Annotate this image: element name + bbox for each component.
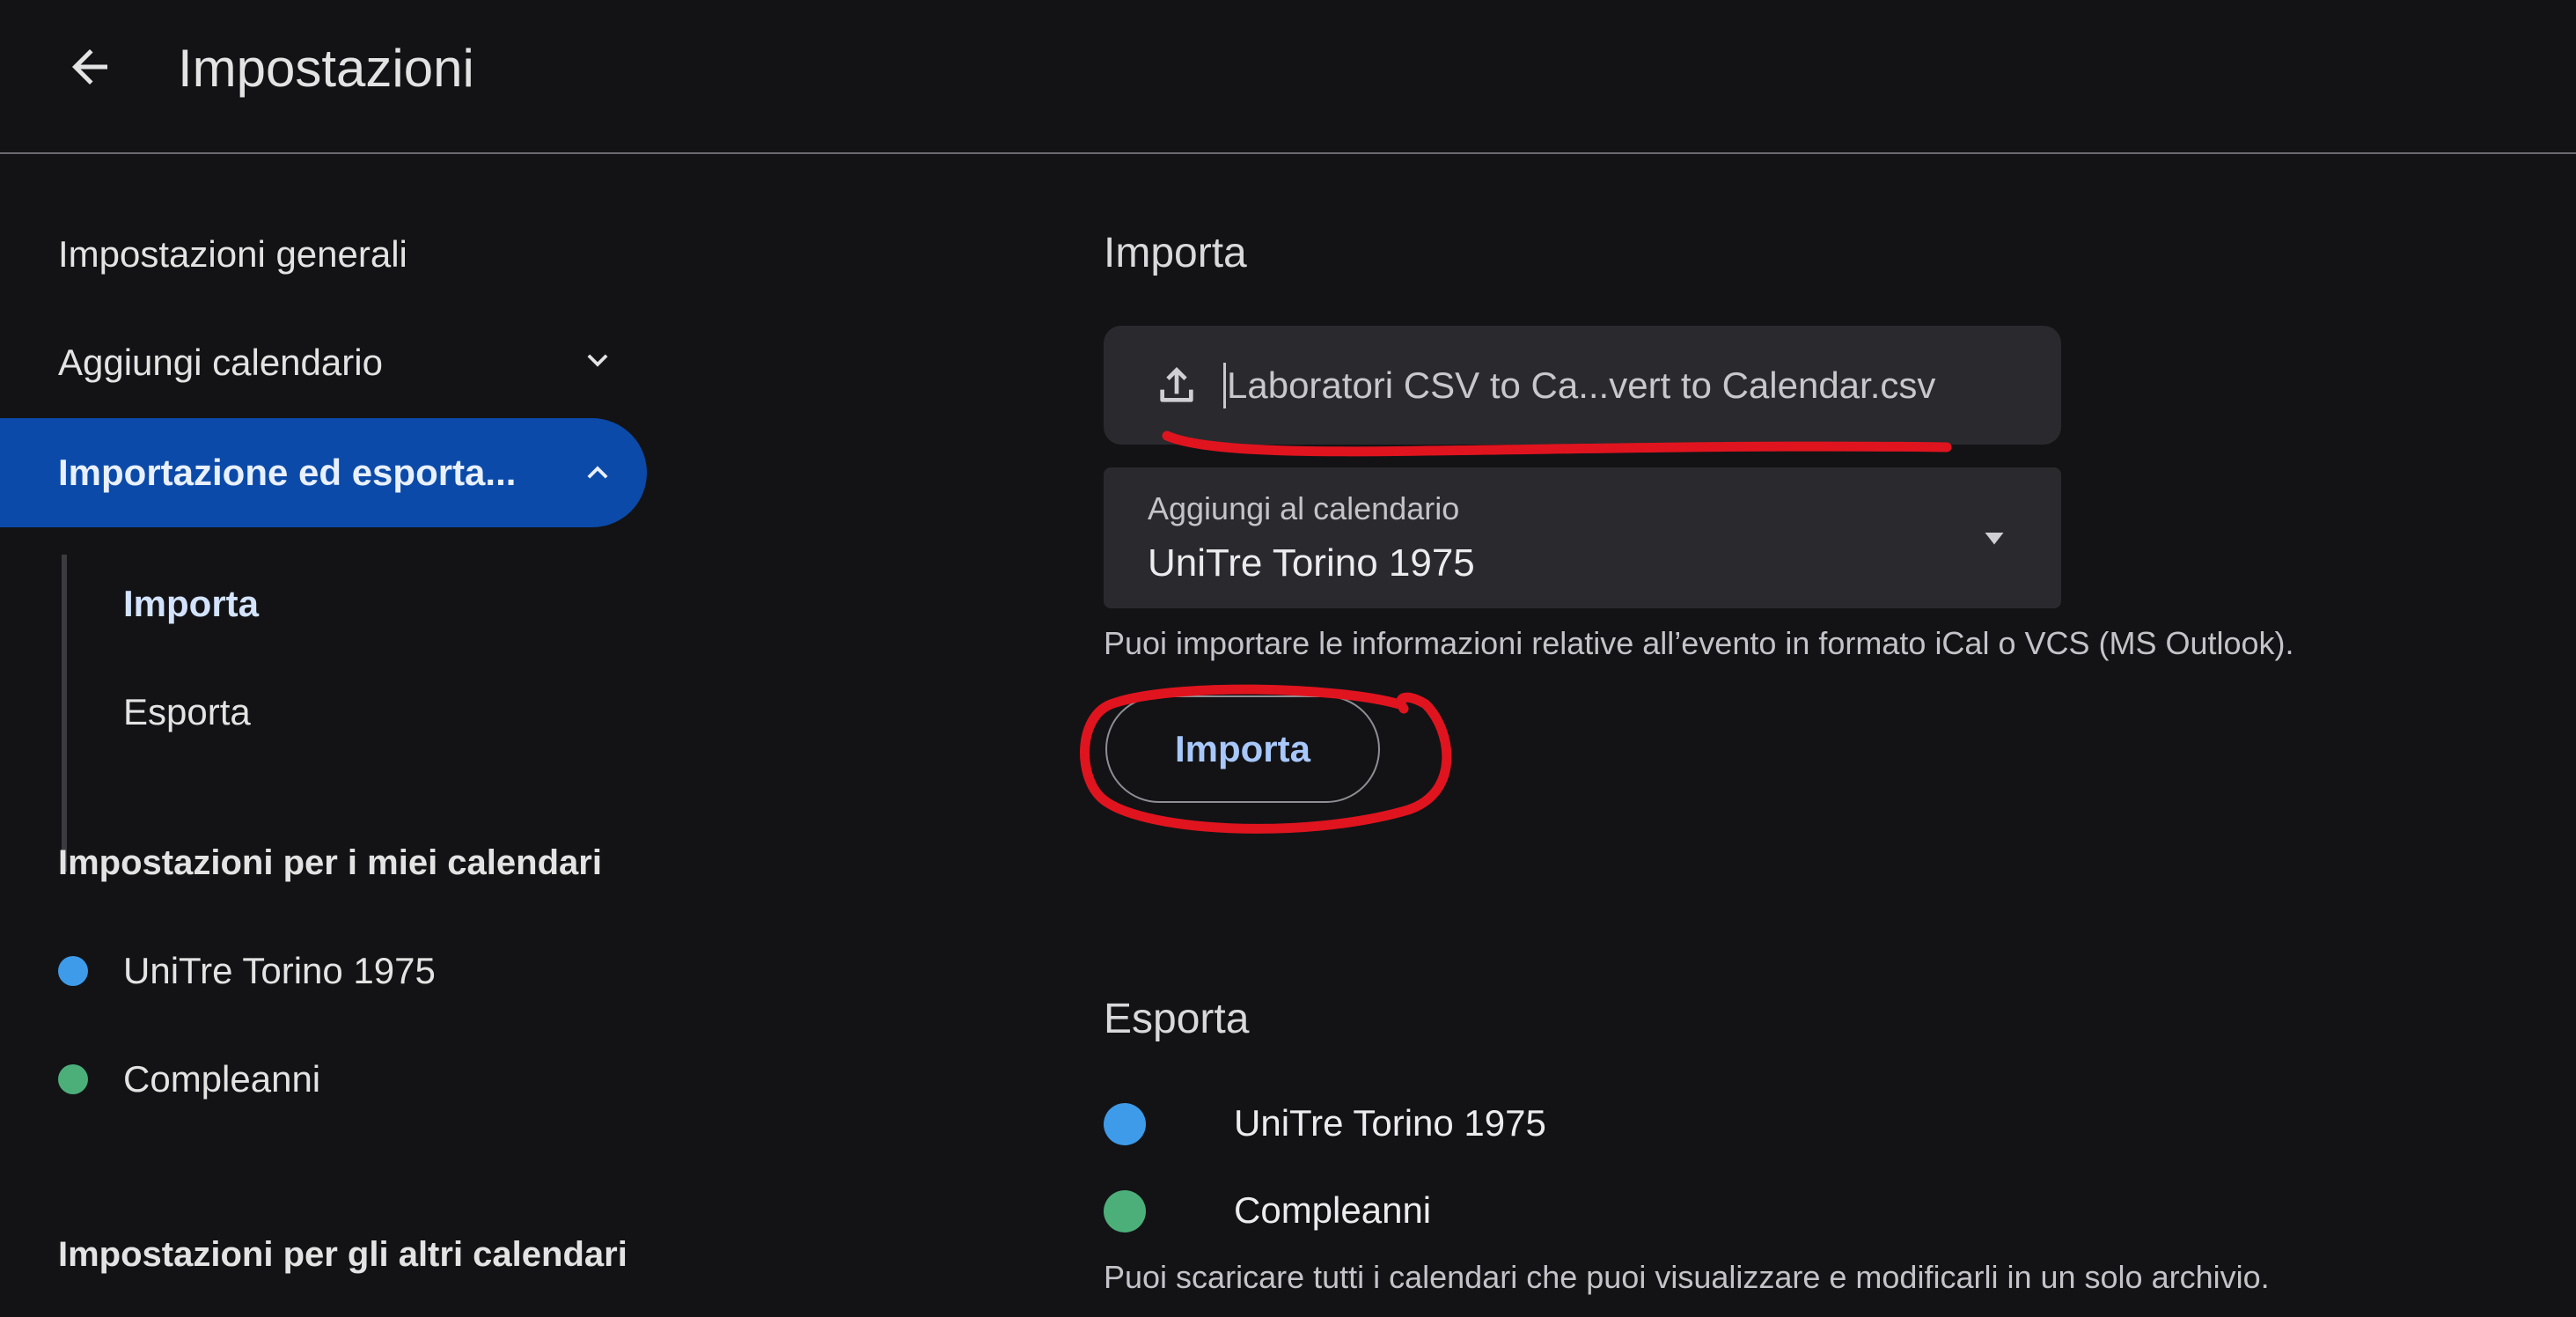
export-heading: Esporta [1104, 996, 1250, 1042]
calendar-name: Compleanni [1234, 1189, 1432, 1231]
sidebar-item-label: Importazione ed esporta... [58, 452, 517, 493]
calendar-select[interactable]: Aggiungi al calendario UniTre Torino 197… [1104, 467, 2061, 608]
sidebar-subitem-import[interactable]: Importa [123, 581, 259, 627]
export-calendar-unitre[interactable]: UniTre Torino 1975 [1104, 1097, 1896, 1150]
settings-sidebar: Impostazioni generali Aggiungi calendari… [0, 154, 669, 1317]
top-app-bar: Impostazioni [0, 0, 2576, 154]
sidebar-item-general[interactable]: Impostazioni generali [58, 232, 407, 277]
sidebar-calendar-compleanni[interactable]: Compleanni [58, 1056, 320, 1102]
calendar-color-dot [58, 956, 88, 986]
dropdown-arrow-icon [1985, 533, 2004, 545]
back-button[interactable] [55, 32, 125, 102]
other-calendars-heading: Impostazioni per gli altri calendari [58, 1235, 627, 1274]
my-calendars-heading: Impostazioni per i miei calendari [58, 843, 602, 882]
calendar-name: UniTre Torino 1975 [123, 950, 436, 991]
sidebar-subitem-export[interactable]: Esporta [123, 689, 251, 735]
upload-icon [1160, 367, 1193, 402]
page-title: Impostazioni [178, 39, 474, 98]
sidebar-calendar-unitre[interactable]: UniTre Torino 1975 [58, 948, 436, 994]
import-help-text: Puoi importare le informazioni relative … [1104, 625, 2294, 661]
calendar-select-value: UniTre Torino 1975 [1148, 541, 1475, 585]
calendar-select-label: Aggiungi al calendario [1148, 490, 1460, 526]
chevron-down-icon[interactable] [577, 340, 618, 380]
calendar-color-dot [58, 1064, 88, 1094]
export-calendar-compleanni[interactable]: Compleanni [1104, 1184, 1896, 1237]
calendar-color-dot [1104, 1190, 1146, 1232]
calendar-name: UniTre Torino 1975 [1234, 1102, 1546, 1144]
chevron-up-icon [587, 466, 608, 479]
arrow-left-icon [72, 49, 107, 85]
import-button[interactable]: Importa [1105, 695, 1380, 803]
file-picker[interactable]: Laboratori CSV to Ca...vert to Calendar.… [1104, 326, 2061, 445]
sidebar-item-import-export[interactable]: Importazione ed esporta... [0, 418, 647, 527]
sidebar-item-add-calendar[interactable]: Aggiungi calendario [58, 340, 383, 386]
export-help-text: Puoi scaricare tutti i calendari che puo… [1104, 1259, 2270, 1295]
calendar-name: Compleanni [123, 1058, 321, 1100]
submenu-rail [62, 555, 67, 872]
selected-file-name: Laboratori CSV to Ca...vert to Calendar.… [1227, 364, 1936, 406]
text-cursor [1223, 363, 1226, 408]
calendar-color-dot [1104, 1103, 1146, 1145]
import-heading: Importa [1104, 230, 1247, 276]
